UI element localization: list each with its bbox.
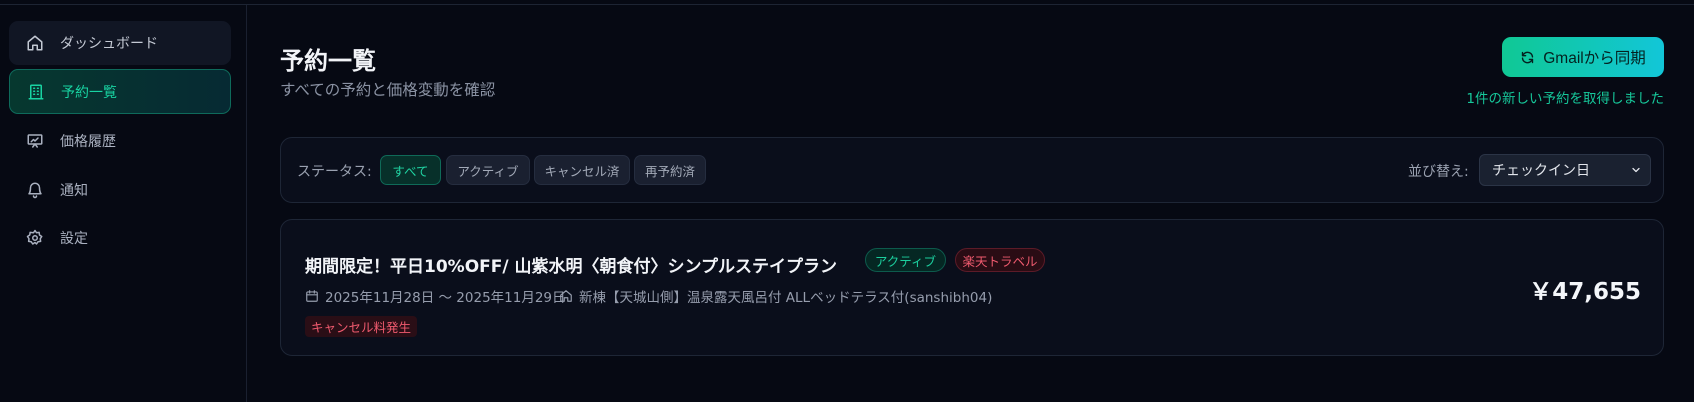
sidebar-item-notifications[interactable]: 通知 (9, 168, 231, 212)
cancellation-fee-badge: キャンセル料発生 (305, 316, 417, 337)
reservation-dates: 2025年11月28日 〜 2025年11月29日 (305, 286, 566, 306)
sidebar-item-dashboard[interactable]: ダッシュボード (9, 21, 231, 65)
home-icon (25, 33, 45, 53)
bell-icon (25, 180, 45, 200)
main-content: 予約一覧 すべての予約と価格変動を確認 Gmailから同期 1件の新しい予約を取… (248, 5, 1694, 402)
sort-select-value: チェックイン日 (1492, 163, 1590, 179)
sidebar-item-price-history[interactable]: 価格履歴 (9, 119, 231, 163)
calendar-icon (305, 289, 320, 304)
sidebar-item-label: 価格履歴 (60, 134, 116, 150)
status-filter-label: ステータス: (297, 164, 372, 180)
refresh-icon (1522, 51, 1534, 63)
reservation-dates-text: 2025年11月28日 〜 2025年11月29日 (325, 290, 566, 306)
reservation-price: ￥47,655 (1529, 279, 1641, 305)
status-badge: アクティブ (865, 248, 946, 272)
reservation-room: 新棟【天城山側】温泉露天風呂付 ALLベッドテラス付(sanshibh04) (559, 286, 992, 306)
sidebar: ダッシュボード 予約一覧 価格履歴 通知 設定 (0, 5, 247, 402)
filter-chip-rebooked[interactable]: 再予約済 (634, 155, 706, 185)
source-badge: 楽天トラベル (955, 248, 1045, 272)
sidebar-item-label: 通知 (60, 183, 88, 199)
filter-chip-all[interactable]: すべて (380, 155, 441, 185)
page-subtitle: すべての予約と価格変動を確認 (280, 81, 496, 99)
sort-label: 並び替え: (1408, 164, 1469, 180)
filter-bar: ステータス: すべて アクティブ キャンセル済 再予約済 並び替え: チェックイ… (280, 137, 1664, 203)
filter-chip-cancelled[interactable]: キャンセル済 (534, 155, 630, 185)
sidebar-item-settings[interactable]: 設定 (9, 216, 231, 260)
chart-board-icon (25, 131, 45, 151)
reservation-title: 期間限定！平日10%OFF/ 山紫水明〈朝食付〉シンプルステイプラン (305, 257, 837, 277)
gmail-sync-button[interactable]: Gmailから同期 (1502, 37, 1664, 77)
chevron-down-icon (1630, 164, 1642, 176)
sidebar-item-label: 設定 (60, 231, 88, 247)
sync-status-message: 1件の新しい予約を取得しました (1466, 91, 1664, 107)
sidebar-item-label: 予約一覧 (61, 84, 117, 101)
reservation-card[interactable]: 期間限定！平日10%OFF/ 山紫水明〈朝食付〉シンプルステイプラン アクティブ… (280, 219, 1664, 356)
filter-chip-active[interactable]: アクティブ (446, 155, 530, 185)
building-icon (26, 82, 46, 102)
sidebar-item-reservations[interactable]: 予約一覧 (9, 69, 231, 114)
gear-icon (25, 228, 45, 248)
reservation-room-text: 新棟【天城山側】温泉露天風呂付 ALLベッドテラス付(sanshibh04) (579, 290, 993, 306)
page-title: 予約一覧 (280, 47, 376, 75)
sort-select[interactable]: チェックイン日 (1479, 154, 1651, 186)
home-icon (559, 289, 574, 304)
gmail-sync-label: Gmailから同期 (1543, 50, 1646, 67)
sidebar-item-label: ダッシュボード (60, 36, 158, 52)
